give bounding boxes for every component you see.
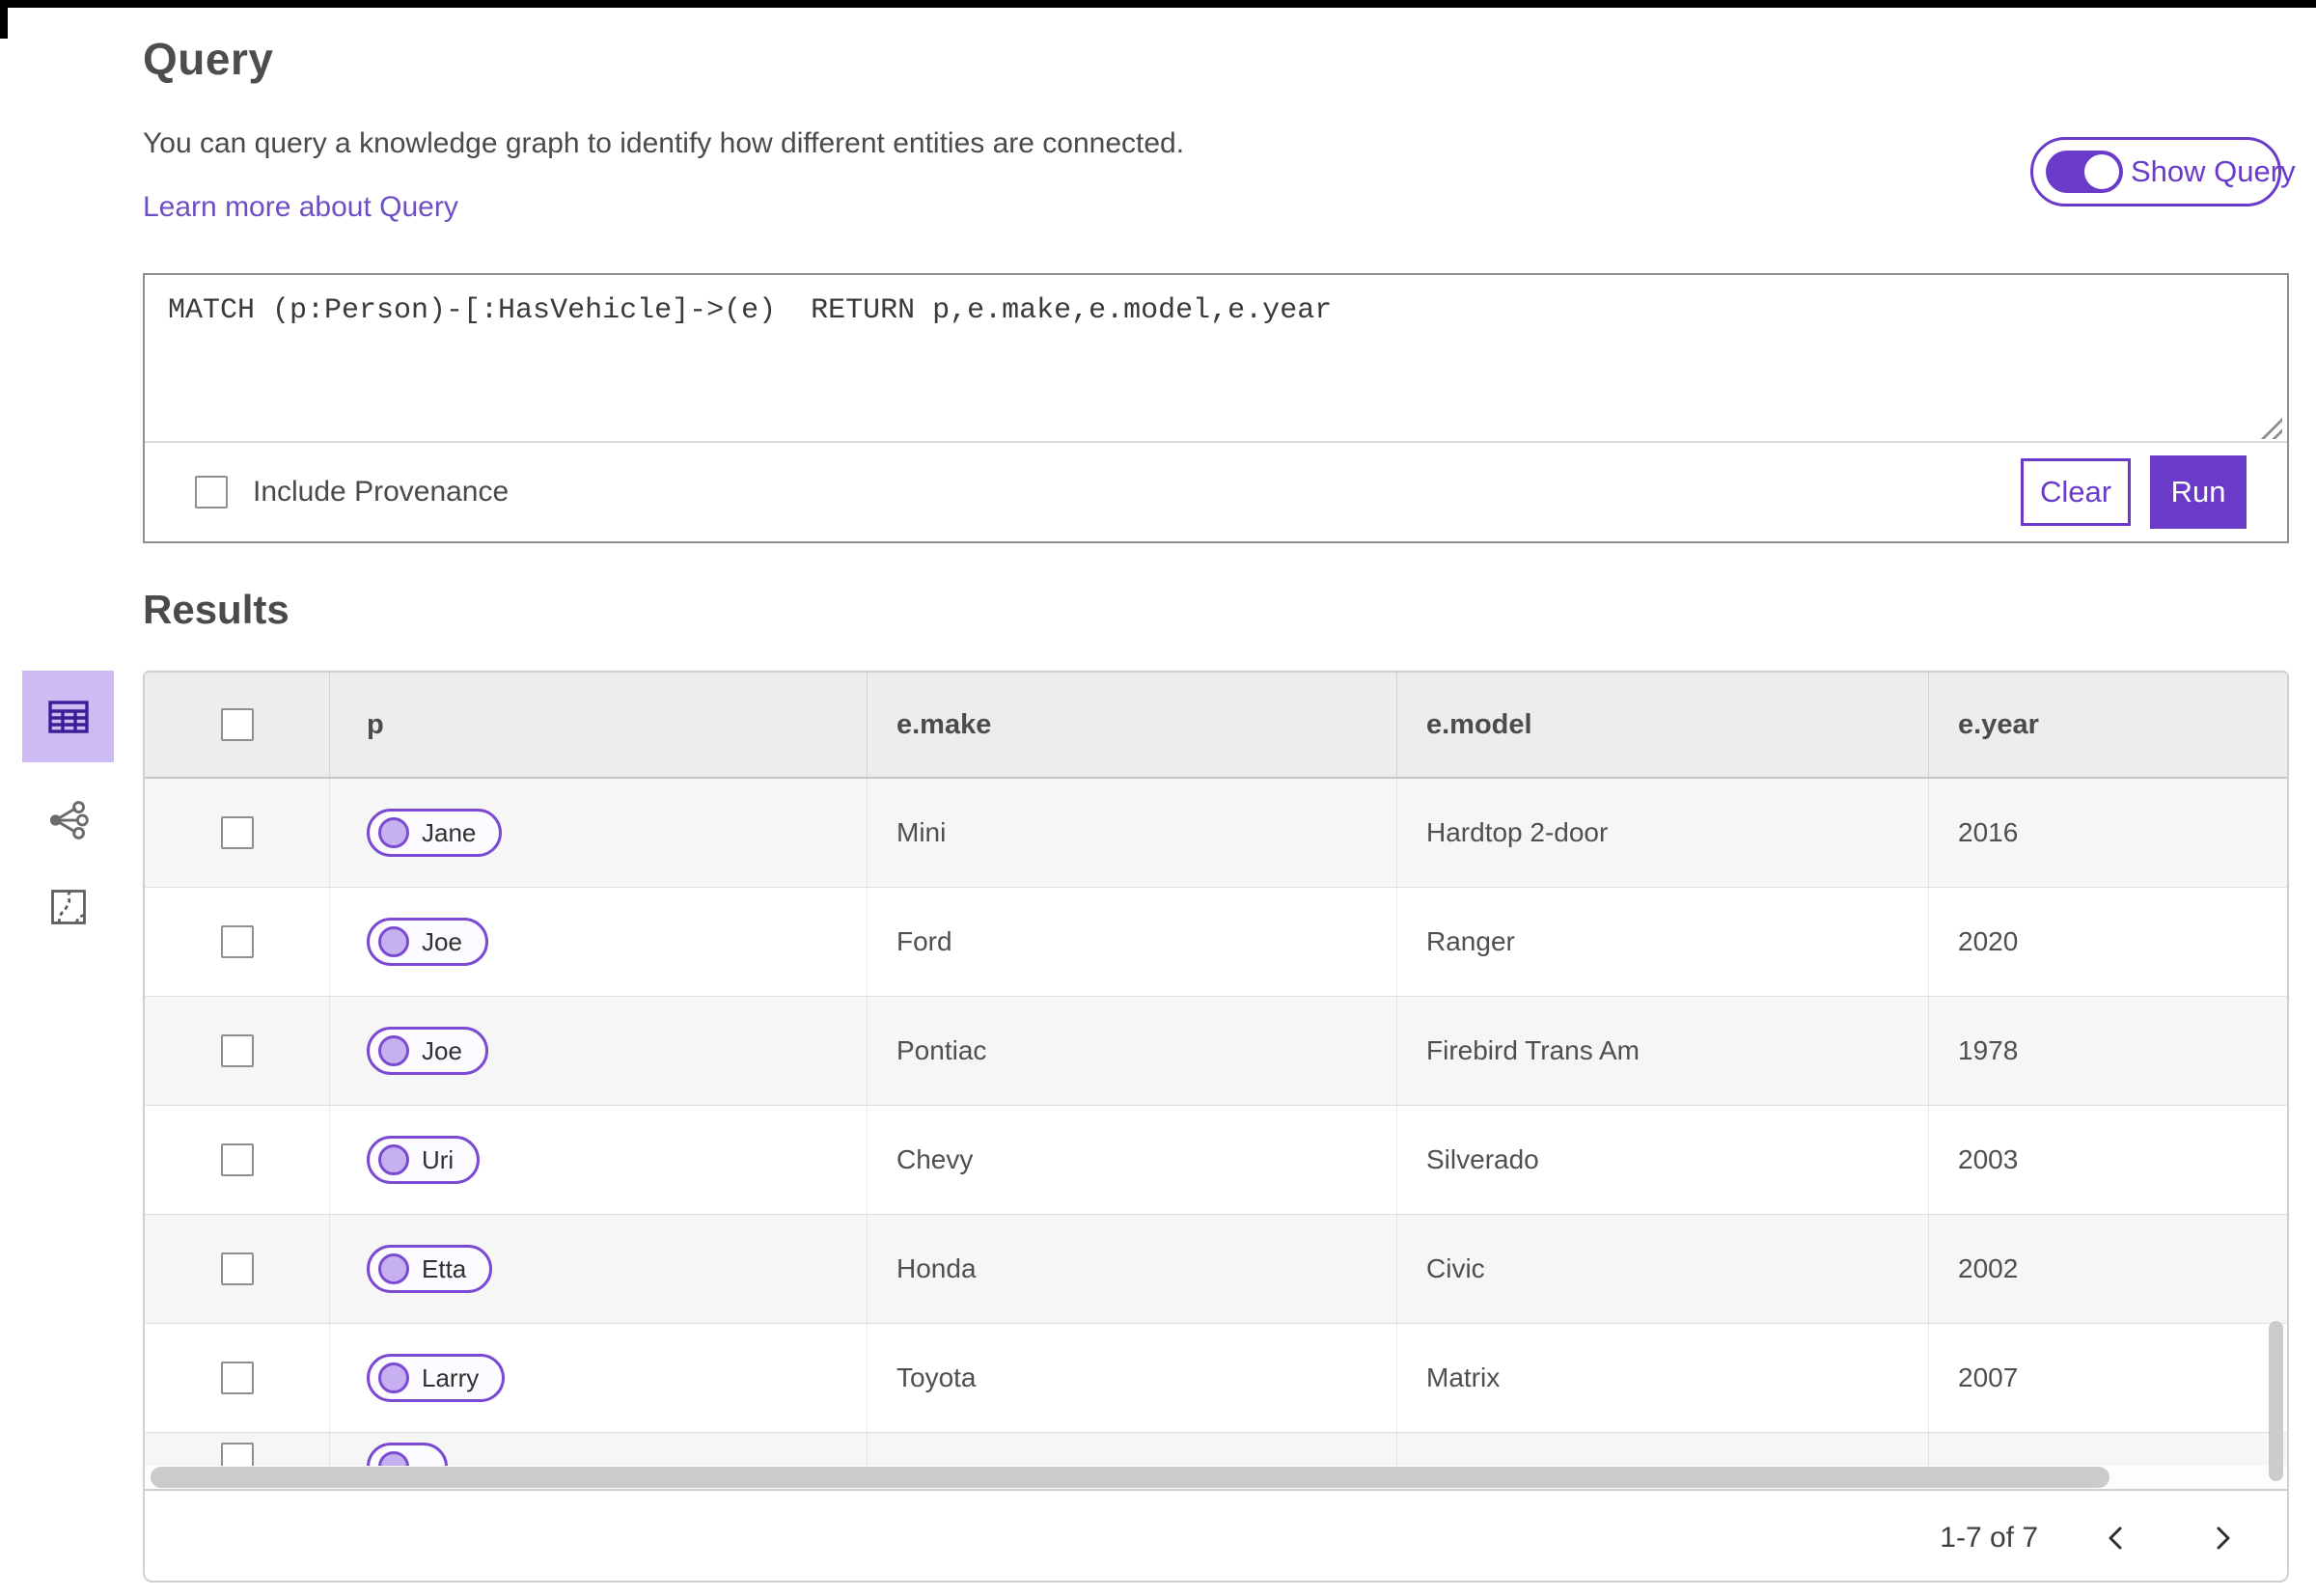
pagination-bar: 1-7 of 7 (145, 1489, 2287, 1581)
window-edge-top (0, 0, 2316, 8)
clear-button[interactable]: Clear (2021, 458, 2131, 526)
horizontal-scrollbar-thumb[interactable] (151, 1467, 2109, 1488)
chevron-left-icon (2109, 1527, 2122, 1550)
include-provenance-checkbox[interactable] (195, 476, 228, 509)
select-all-checkbox[interactable] (220, 708, 254, 741)
entity-pill[interactable]: Etta (367, 1245, 493, 1293)
column-header-make[interactable]: e.make (868, 673, 1397, 777)
entity-dot-icon (378, 1035, 409, 1066)
next-page-button[interactable] (2194, 1510, 2250, 1566)
entity-pill[interactable] (367, 1443, 448, 1466)
entity-pill[interactable]: Larry (367, 1354, 506, 1402)
entity-dot-icon (378, 1144, 409, 1175)
row-checkbox[interactable] (220, 1443, 254, 1466)
previous-page-button[interactable] (2088, 1510, 2144, 1566)
show-query-toggle[interactable]: Show Query (2030, 137, 2296, 206)
chevron-right-icon (2217, 1527, 2230, 1550)
map-view-icon (50, 890, 86, 924)
row-checkbox[interactable] (220, 1034, 254, 1067)
cell-model: Matrix (1397, 1324, 1929, 1432)
cell-make: Chevy (868, 1106, 1397, 1214)
entity-name: Etta (422, 1253, 467, 1283)
horizontal-scrollbar[interactable] (145, 1466, 2287, 1489)
page-title: Query (143, 34, 274, 84)
toggle-switch-icon[interactable] (2046, 151, 2123, 193)
row-checkbox[interactable] (220, 1362, 254, 1394)
entity-name: Joe (422, 1035, 462, 1065)
cell-year: 2016 (1958, 817, 2019, 847)
page-description: You can query a knowledge graph to ident… (143, 127, 1185, 159)
entity-dot-icon (378, 926, 409, 957)
cell-year: 2003 (1958, 1144, 2019, 1174)
row-checkbox[interactable] (220, 1143, 254, 1176)
entity-name: Jane (422, 817, 477, 847)
query-controls-row: Include Provenance Clear Run (145, 443, 2287, 541)
table-row[interactable]: Joe Ford Ranger 2020 (145, 888, 2287, 997)
select-all-cell (145, 673, 330, 777)
cell-year: 2007 (1958, 1362, 2019, 1392)
toggle-knob (2084, 154, 2119, 189)
entity-dot-icon (378, 1451, 409, 1466)
include-provenance-label: Include Provenance (253, 476, 510, 508)
cell-make: Honda (868, 1215, 1397, 1323)
table-row-partial[interactable] (145, 1433, 2287, 1466)
cell-year: 2002 (1958, 1253, 2019, 1283)
row-checkbox[interactable] (220, 925, 254, 958)
table-row[interactable]: Larry Toyota Matrix 2007 (145, 1324, 2287, 1433)
table-row[interactable]: Etta Honda Civic 2002 (145, 1215, 2287, 1324)
query-editor-panel: MATCH (p:Person)-[:HasVehicle]->(e) RETU… (143, 273, 2289, 543)
show-query-label: Show Query (2131, 154, 2296, 188)
cell-year: 2020 (1958, 926, 2019, 956)
column-header-model[interactable]: e.model (1397, 673, 1929, 777)
learn-more-link[interactable]: Learn more about Query (143, 191, 458, 224)
results-table: p e.make e.model e.year Jane Mini Hardto… (143, 671, 2289, 1582)
run-button[interactable]: Run (2150, 455, 2247, 529)
entity-name: Larry (422, 1362, 480, 1392)
entity-dot-icon (378, 1362, 409, 1393)
results-view-rail (22, 671, 114, 936)
column-header-p[interactable]: p (330, 673, 868, 777)
link-chart-view-icon (49, 801, 89, 839)
table-row[interactable]: Jane Mini Hardtop 2-door 2016 (145, 779, 2287, 888)
results-heading: Results (143, 587, 290, 632)
map-view-button[interactable] (22, 878, 114, 936)
table-view-icon (47, 700, 89, 733)
entity-pill[interactable]: Jane (367, 809, 503, 857)
link-chart-view-button[interactable] (22, 791, 114, 849)
query-input[interactable]: MATCH (p:Person)-[:HasVehicle]->(e) RETU… (145, 275, 2287, 439)
table-row[interactable]: Uri Chevy Silverado 2003 (145, 1106, 2287, 1215)
entity-dot-icon (378, 817, 409, 848)
pagination-range-label: 1-7 of 7 (1940, 1522, 2038, 1554)
entity-name: Joe (422, 926, 462, 956)
cell-model: Firebird Trans Am (1397, 997, 1929, 1105)
entity-pill[interactable]: Joe (367, 1027, 488, 1075)
row-checkbox[interactable] (220, 1252, 254, 1285)
query-page: Query You can query a knowledge graph to… (0, 0, 2316, 1596)
column-header-year[interactable]: e.year (1929, 673, 2287, 777)
cell-model: Hardtop 2-door (1397, 779, 1929, 887)
cell-year: 1978 (1958, 1035, 2019, 1065)
entity-pill[interactable]: Joe (367, 918, 488, 966)
table-view-button[interactable] (22, 671, 114, 762)
row-checkbox[interactable] (220, 816, 254, 849)
entity-pill[interactable]: Uri (367, 1136, 481, 1184)
entity-dot-icon (378, 1253, 409, 1284)
entity-name: Uri (422, 1144, 455, 1174)
table-row[interactable]: Joe Pontiac Firebird Trans Am 1978 (145, 997, 2287, 1106)
cell-make: Mini (868, 779, 1397, 887)
cell-model: Ranger (1397, 888, 1929, 996)
vertical-scrollbar-thumb[interactable] (2269, 1321, 2283, 1481)
cell-make: Pontiac (868, 997, 1397, 1105)
window-edge-left (0, 0, 8, 39)
cell-model: Civic (1397, 1215, 1929, 1323)
cell-make: Ford (868, 888, 1397, 996)
cell-make: Toyota (868, 1324, 1397, 1432)
table-header-row: p e.make e.model e.year (145, 673, 2287, 779)
cell-model: Silverado (1397, 1106, 1929, 1214)
